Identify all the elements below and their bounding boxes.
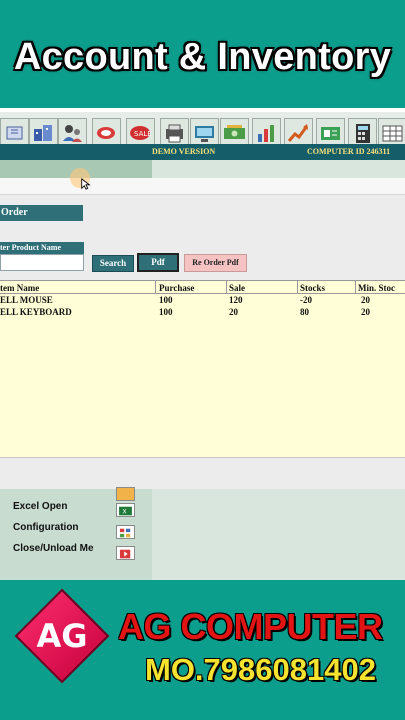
menu-item-excel-open[interactable]: Excel Open	[13, 501, 67, 512]
app-window: SALE DEMO VERSION COMPUTER ID 246311 Ord…	[0, 108, 405, 580]
cell-min-stock[interactable]: 20	[361, 295, 370, 305]
computer-id-label: COMPUTER ID 246311	[307, 147, 391, 156]
stock-table: tem Name Purchase Sale Stocks Min. Stoc …	[0, 280, 405, 458]
dialog-footer	[0, 457, 405, 489]
mouse-cursor-icon	[81, 178, 91, 190]
column-header-purchase[interactable]: Purchase	[159, 283, 194, 293]
ag-logo: AG	[14, 588, 110, 684]
column-divider	[297, 281, 298, 293]
company-name: AG COMPUTER	[118, 606, 383, 647]
menu-icon	[116, 487, 135, 501]
cell-item-name[interactable]: ELL MOUSE	[0, 295, 53, 305]
column-header-item-name[interactable]: tem Name	[0, 283, 39, 293]
pdf-button[interactable]: Pdf	[137, 253, 179, 272]
reorder-dialog: Order ter Product Name Search Pdf Re Ord…	[0, 178, 405, 489]
cell-purchase[interactable]: 100	[159, 307, 173, 317]
menu-item-close-unload[interactable]: Close/Unload Me	[13, 543, 94, 554]
logo-text: AG	[36, 617, 87, 655]
column-divider	[155, 281, 156, 293]
svg-text:SALE: SALE	[134, 130, 152, 138]
cell-min-stock[interactable]: 20	[361, 307, 370, 317]
search-button[interactable]: Search	[92, 255, 134, 272]
cell-purchase[interactable]: 100	[159, 295, 173, 305]
menu-item-configuration[interactable]: Configuration	[13, 522, 79, 533]
dialog-titlebar[interactable]	[0, 178, 405, 195]
product-name-input[interactable]	[0, 254, 84, 271]
column-header-stocks[interactable]: Stocks	[300, 283, 325, 293]
cell-item-name[interactable]: ELL KEYBOARD	[0, 307, 72, 317]
product-name-label: ter Product Name	[0, 242, 84, 254]
close-unload-icon[interactable]	[116, 546, 135, 560]
demo-version-label: DEMO VERSION	[152, 147, 216, 156]
cell-sale[interactable]: 120	[229, 295, 243, 305]
configuration-icon[interactable]	[116, 525, 135, 539]
column-header-min-stock[interactable]: Min. Stoc	[358, 283, 395, 293]
status-bar: DEMO VERSION COMPUTER ID 246311	[0, 144, 405, 160]
column-divider	[226, 281, 227, 293]
column-header-sale[interactable]: Sale	[229, 283, 245, 293]
reorder-pdf-button[interactable]: Re Order Pdf	[184, 254, 247, 272]
banner-title: Account & Inventory	[13, 36, 392, 78]
cell-stocks[interactable]: 80	[300, 307, 309, 317]
cell-sale[interactable]: 20	[229, 307, 238, 317]
order-title: Order	[0, 205, 83, 221]
header-divider	[0, 293, 405, 294]
column-divider	[355, 281, 356, 293]
mobile-number: MO.7986081402	[145, 652, 376, 687]
cell-stocks[interactable]: -20	[300, 295, 312, 305]
svg-text:X: X	[123, 509, 127, 516]
excel-icon[interactable]: X	[116, 503, 135, 517]
